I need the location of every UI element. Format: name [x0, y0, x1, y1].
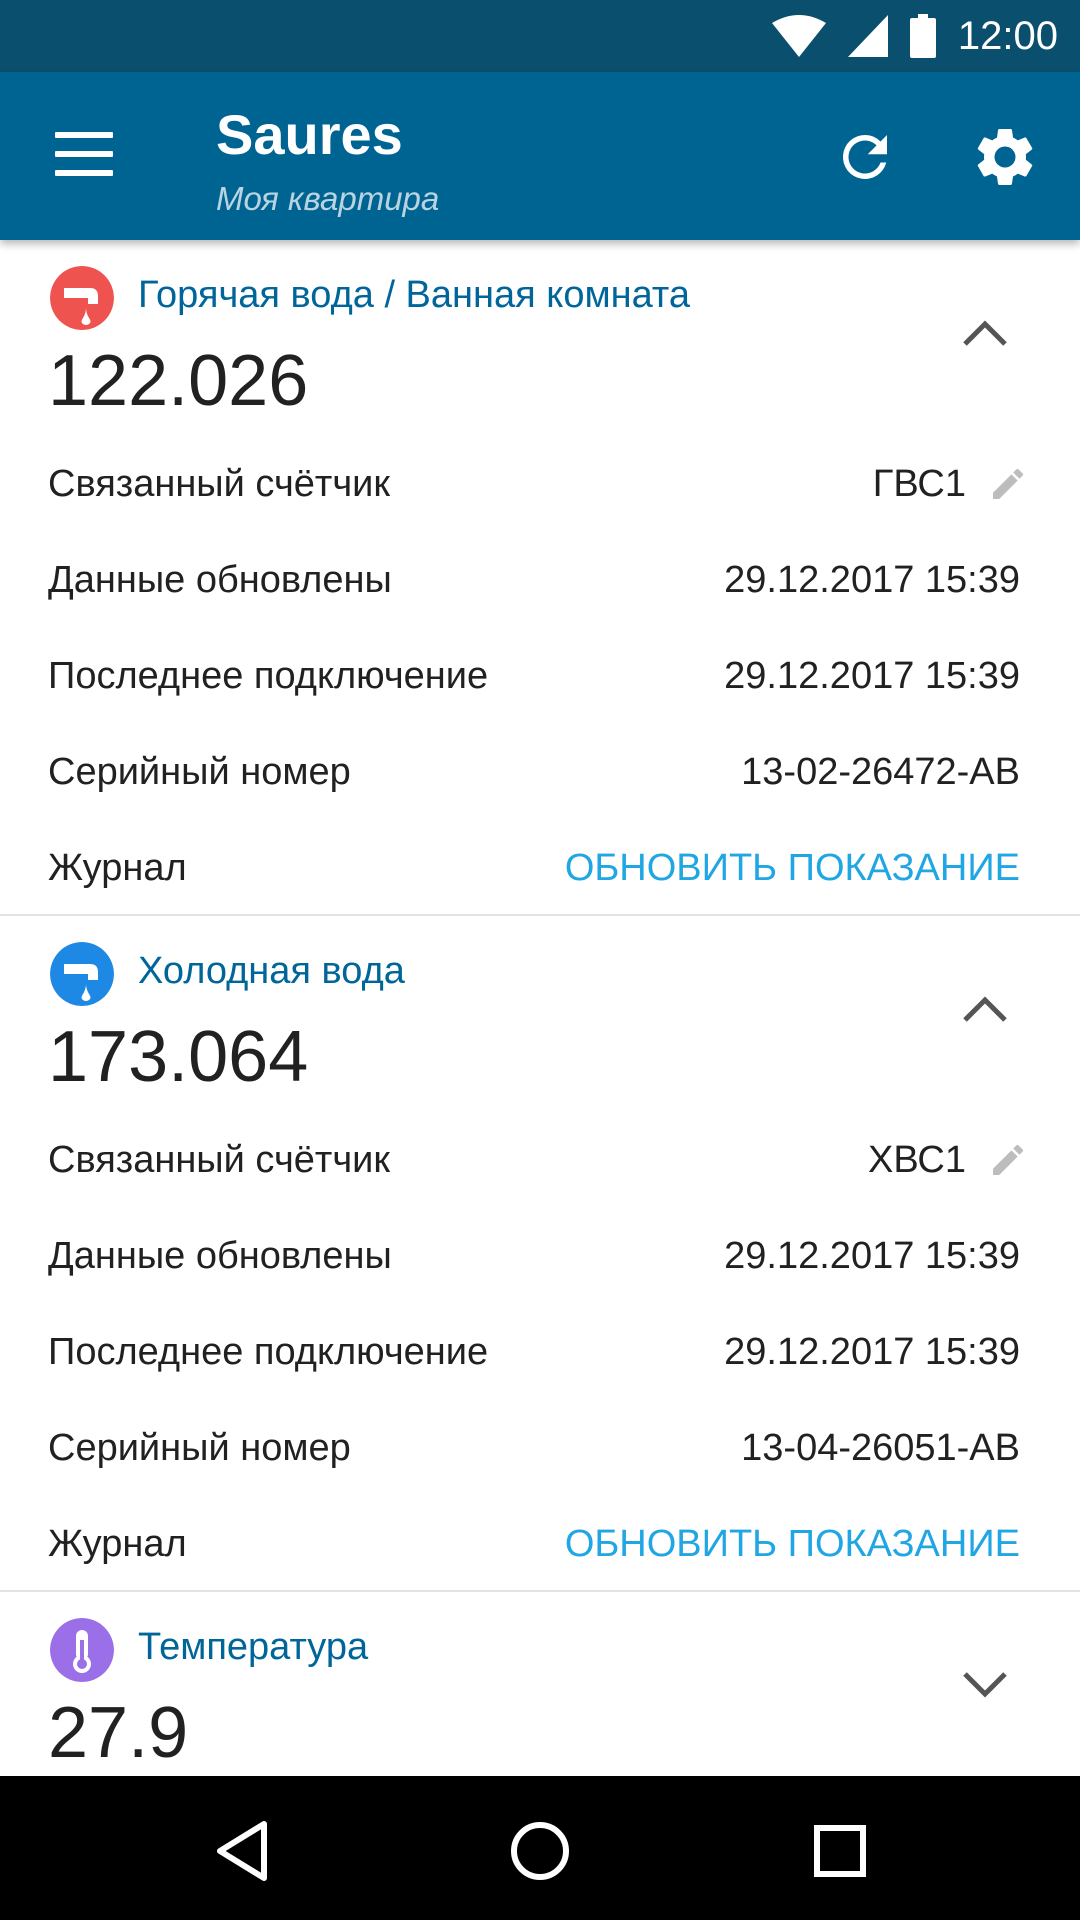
- recents-icon[interactable]: [805, 1816, 875, 1886]
- row-label: Последнее подключение: [48, 654, 489, 697]
- meter-card-temperature: Температура 27.9: [0, 1592, 1080, 1776]
- meter-card-hot-water: Горячая вода / Ванная комната 122.026 Св…: [0, 240, 1080, 916]
- row-journal: Журнал ОБНОВИТЬ ПОКАЗАНИЕ: [48, 838, 1020, 898]
- status-time: 12:00: [957, 13, 1058, 58]
- settings-icon[interactable]: [970, 122, 1040, 192]
- card-title: Холодная вода: [138, 950, 405, 992]
- row-value: 13-04-26051-AB: [741, 1426, 1020, 1469]
- row-label: Связанный счётчик: [48, 1138, 390, 1181]
- row-label: Последнее подключение: [48, 1330, 489, 1373]
- card-reading: 27.9: [48, 1693, 189, 1773]
- row-value: 29.12.2017 15:39: [724, 558, 1020, 601]
- status-bar: 12:00: [0, 0, 1080, 72]
- app-title: Saures: [216, 103, 403, 166]
- row-last-connection: Последнее подключение 29.12.2017 15:39: [48, 1322, 1020, 1382]
- refresh-icon[interactable]: [832, 124, 898, 190]
- home-icon[interactable]: [505, 1816, 575, 1886]
- row-label: Связанный счётчик: [48, 462, 390, 505]
- app-subtitle: Моя квартира: [216, 180, 440, 217]
- chevron-down-icon[interactable]: [955, 1664, 1015, 1704]
- back-icon[interactable]: [206, 1816, 276, 1886]
- menu-icon[interactable]: [55, 132, 113, 178]
- card-reading: 173.064: [48, 1017, 309, 1097]
- cold-water-icon: [50, 942, 114, 1006]
- battery-icon: [909, 14, 936, 58]
- card-reading: 122.026: [48, 341, 309, 421]
- chevron-up-icon[interactable]: [955, 312, 1015, 352]
- row-label: Серийный номер: [48, 1426, 351, 1469]
- edit-pencil-icon[interactable]: [988, 464, 1028, 504]
- row-value: 29.12.2017 15:39: [724, 1234, 1020, 1277]
- row-data-updated: Данные обновлены 29.12.2017 15:39: [48, 550, 1020, 610]
- update-reading-button[interactable]: ОБНОВИТЬ ПОКАЗАНИЕ: [565, 847, 1020, 890]
- linked-meter-value: ХВС1: [867, 1138, 966, 1181]
- row-last-connection: Последнее подключение 29.12.2017 15:39: [48, 646, 1020, 706]
- row-value: 29.12.2017 15:39: [724, 1330, 1020, 1373]
- row-label: Данные обновлены: [48, 558, 392, 601]
- chevron-up-icon[interactable]: [955, 988, 1015, 1028]
- thermometer-icon: [50, 1618, 114, 1682]
- edit-pencil-icon[interactable]: [988, 1140, 1028, 1180]
- row-data-updated: Данные обновлены 29.12.2017 15:39: [48, 1226, 1020, 1286]
- linked-meter-value: ГВС1: [872, 462, 966, 505]
- row-label: Серийный номер: [48, 750, 351, 793]
- row-serial-number: Серийный номер 13-04-26051-AB: [48, 1418, 1020, 1478]
- row-linked-meter: Связанный счётчик ХВС1: [48, 1130, 1024, 1190]
- row-serial-number: Серийный номер 13-02-26472-AB: [48, 742, 1020, 802]
- app-bar: Saures Моя квартира: [0, 72, 1080, 240]
- row-value: 13-02-26472-AB: [741, 750, 1020, 793]
- wifi-icon: [771, 15, 826, 57]
- meter-card-cold-water: Холодная вода 173.064 Связанный счётчик …: [0, 916, 1080, 1592]
- row-journal: Журнал ОБНОВИТЬ ПОКАЗАНИЕ: [48, 1514, 1020, 1574]
- row-label: Данные обновлены: [48, 1234, 392, 1277]
- journal-link[interactable]: Журнал: [48, 847, 187, 890]
- journal-link[interactable]: Журнал: [48, 1523, 187, 1566]
- meter-list[interactable]: Горячая вода / Ванная комната 122.026 Св…: [0, 240, 1080, 1776]
- card-title: Горячая вода / Ванная комната: [138, 274, 690, 316]
- card-title: Температура: [138, 1626, 369, 1668]
- row-linked-meter: Связанный счётчик ГВС1: [48, 454, 1024, 514]
- row-value: 29.12.2017 15:39: [724, 654, 1020, 697]
- hot-water-icon: [50, 266, 114, 330]
- system-nav-bar: [0, 1776, 1080, 1920]
- signal-icon: [847, 15, 888, 57]
- update-reading-button[interactable]: ОБНОВИТЬ ПОКАЗАНИЕ: [565, 1523, 1020, 1566]
